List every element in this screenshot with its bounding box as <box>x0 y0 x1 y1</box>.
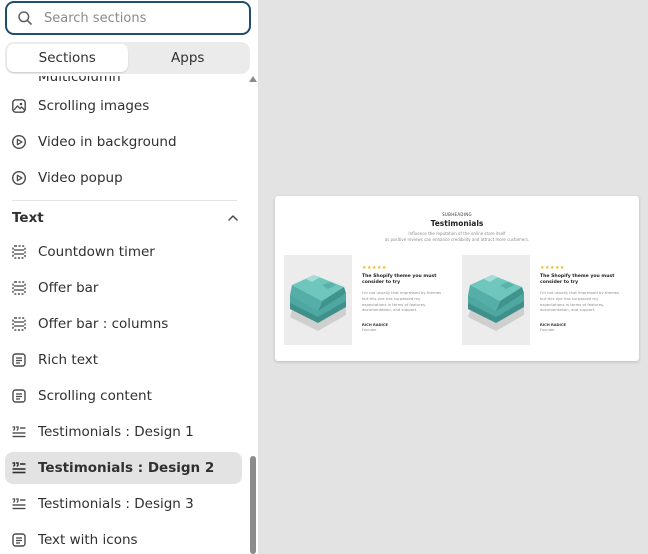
section-item-offer-bar[interactable]: Offer bar <box>5 272 242 304</box>
section-item-label: Testimonials : Design 1 <box>38 424 194 440</box>
scrollbar-thumb[interactable] <box>250 456 256 554</box>
section-item-testimonials-design-2[interactable]: Testimonials : Design 2 <box>5 452 242 484</box>
section-item-testimonials-design-3[interactable]: Testimonials : Design 3 <box>5 488 242 520</box>
preview-title: Testimonials <box>430 219 484 228</box>
section-item-offer-bar-columns[interactable]: Offer bar : columns <box>5 308 242 340</box>
scroll-up-arrow-icon[interactable] <box>249 76 257 82</box>
section-item-label: Scrolling images <box>38 98 150 114</box>
search-box[interactable] <box>5 1 251 35</box>
testimonial-card: ★★★★★ The Shopify theme you must conside… <box>462 255 632 345</box>
tab-apps[interactable]: Apps <box>128 44 249 72</box>
testimonial-body: I'm not usually that impressed by themes… <box>540 290 620 313</box>
preview-description: Influence the reputation of the online s… <box>408 231 506 236</box>
section-item-scrolling-images[interactable]: Scrolling images <box>5 90 242 122</box>
section-item-label: Countdown timer <box>38 244 155 260</box>
preview-subheading: Subheading <box>442 212 472 217</box>
section-item-label: Testimonials : Design 3 <box>38 496 194 512</box>
product-image <box>462 255 530 345</box>
quote-lines-icon <box>11 460 27 476</box>
chevron-up-icon <box>228 215 238 221</box>
testimonial-body: I'm not usually that impressed by themes… <box>362 290 442 313</box>
dashed-layout-icon <box>11 244 27 260</box>
category-title: Text <box>12 210 44 226</box>
tab-sections[interactable]: Sections <box>7 44 128 72</box>
play-circle-icon <box>11 134 27 150</box>
section-item-label: Video popup <box>38 170 123 186</box>
search-input[interactable] <box>44 10 234 26</box>
section-item-countdown-timer[interactable]: Countdown timer <box>5 236 242 268</box>
text-block-icon <box>11 352 27 368</box>
section-list-scrollbar[interactable] <box>248 76 258 554</box>
section-item-label: Scrolling content <box>38 388 152 404</box>
preview-description: as positive reviews can enhance credibil… <box>384 237 530 242</box>
testimonial-author: Rich Radice <box>540 323 566 327</box>
dashed-layout-icon <box>11 316 27 332</box>
section-item-label: Multicolumn <box>38 76 121 85</box>
tab-switcher: Sections Apps <box>5 42 250 74</box>
section-list: Multicolumn Scrolling images Video in ba… <box>0 76 250 554</box>
section-preview: Subheading Testimonials Influence the re… <box>275 196 639 361</box>
section-item-text-with-icons[interactable]: Text with icons <box>5 524 242 554</box>
section-item-scrolling-content[interactable]: Scrolling content <box>5 380 242 412</box>
rating-stars: ★★★★★ <box>362 265 387 271</box>
section-item-label: Text with icons <box>38 532 138 548</box>
testimonial-role: Founder <box>540 328 555 332</box>
category-divider <box>12 200 237 201</box>
rating-stars: ★★★★★ <box>540 265 565 271</box>
quote-lines-icon <box>11 496 27 512</box>
testimonial-title: The Shopify theme you must consider to t… <box>540 274 615 285</box>
section-item-label: Video in background <box>38 134 177 150</box>
testimonial-author: Rich Radice <box>362 323 388 327</box>
section-item-testimonials-design-1[interactable]: Testimonials : Design 1 <box>5 416 242 448</box>
dashed-layout-icon <box>11 280 27 296</box>
play-circle-icon <box>11 170 27 186</box>
section-item-label: Offer bar : columns <box>38 316 169 332</box>
testimonial-title: The Shopify theme you must consider to t… <box>362 274 437 285</box>
section-item-video-popup[interactable]: Video popup <box>5 162 242 194</box>
text-block-icon <box>11 532 27 548</box>
quote-lines-icon <box>11 424 27 440</box>
section-item-label: Rich text <box>38 352 99 368</box>
category-header-text[interactable]: Text <box>12 205 240 231</box>
section-item-label: Offer bar <box>38 280 99 296</box>
sections-panel: Sections Apps Multicolumn Scrolling imag… <box>0 0 258 554</box>
testimonial-card: ★★★★★ The Shopify theme you must conside… <box>284 255 454 345</box>
section-item-rich-text[interactable]: Rich text <box>5 344 242 376</box>
search-icon <box>18 11 32 25</box>
text-block-icon <box>11 388 27 404</box>
testimonial-role: Founder <box>362 328 377 332</box>
section-item-label: Testimonials : Design 2 <box>38 460 215 476</box>
image-icon <box>11 98 27 114</box>
section-item-video-in-background[interactable]: Video in background <box>5 126 242 158</box>
product-image <box>284 255 352 345</box>
